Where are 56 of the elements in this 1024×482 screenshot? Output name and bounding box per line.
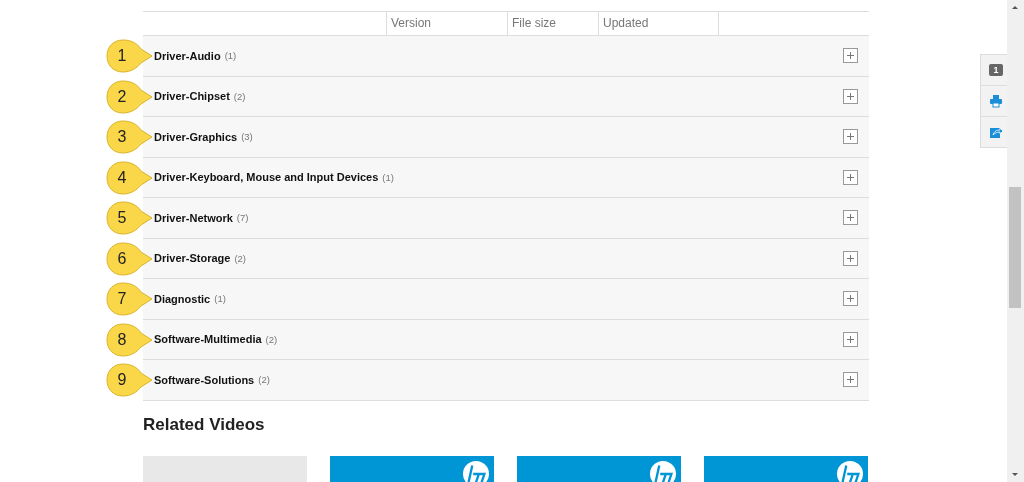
column-header: Version bbox=[386, 12, 507, 35]
category-row[interactable]: Software-Multimedia (2) bbox=[143, 319, 869, 360]
category-row[interactable]: Diagnostic (1) bbox=[143, 279, 869, 320]
callout-bubble: 1 bbox=[105, 38, 153, 75]
expand-icon[interactable] bbox=[843, 331, 858, 347]
category-title: Driver-Audio bbox=[154, 49, 221, 62]
expand-icon[interactable] bbox=[843, 250, 858, 266]
logo-icon bbox=[462, 459, 490, 482]
callout-bubble: 8 bbox=[105, 321, 153, 358]
category-title: Driver-Chipset bbox=[154, 90, 230, 103]
expand-icon[interactable] bbox=[843, 291, 858, 307]
callout-bubble: 7 bbox=[105, 281, 153, 318]
category-row[interactable]: Driver-Graphics (3) bbox=[143, 117, 869, 158]
category-title: Driver-Network bbox=[154, 211, 233, 224]
item-count: (2) bbox=[234, 252, 247, 264]
item-count: (7) bbox=[236, 212, 249, 224]
column-header: Updated bbox=[598, 12, 718, 35]
category-row[interactable]: Driver-Chipset (2) bbox=[143, 76, 869, 117]
callout-bubble: 6 bbox=[105, 240, 153, 277]
logo-icon bbox=[836, 459, 864, 482]
print-icon[interactable] bbox=[989, 94, 1003, 108]
category-row[interactable]: Driver-Keyboard, Mouse and Input Devices (1) bbox=[143, 157, 869, 198]
share-icon[interactable] bbox=[989, 125, 1003, 139]
item-count: (1) bbox=[224, 50, 237, 62]
item-count: (1) bbox=[382, 171, 394, 183]
category-row[interactable]: Driver-Network (7) bbox=[143, 198, 869, 239]
logo-icon bbox=[649, 459, 677, 482]
expand-icon[interactable] bbox=[843, 129, 858, 145]
category-title: Driver-Keyboard, Mouse and Input Devices bbox=[154, 171, 379, 184]
callout-bubble: 4 bbox=[105, 159, 153, 196]
category-title: Driver-Graphics bbox=[154, 130, 238, 143]
category-title: Software-Multimedia bbox=[154, 333, 262, 346]
expand-icon[interactable] bbox=[843, 169, 858, 185]
expand-icon[interactable] bbox=[843, 48, 858, 64]
category-title: Software-Solutions bbox=[154, 373, 255, 386]
expand-icon[interactable] bbox=[843, 88, 858, 104]
item-count: (1) bbox=[214, 293, 226, 305]
item-count: (2) bbox=[233, 90, 246, 102]
category-row[interactable]: Software-Solutions (2) bbox=[143, 360, 869, 401]
count-badge[interactable]: 1 bbox=[989, 64, 1003, 76]
callout-bubble: 3 bbox=[105, 119, 153, 156]
callout-bubble: 9 bbox=[105, 362, 153, 399]
category-title: Diagnostic bbox=[154, 292, 211, 305]
expand-icon[interactable] bbox=[843, 210, 858, 226]
section-heading: Related Videos bbox=[143, 414, 266, 436]
item-count: (2) bbox=[258, 374, 270, 386]
item-count: (2) bbox=[265, 333, 278, 345]
category-row[interactable]: Driver-Audio (1) bbox=[143, 36, 869, 77]
column-header: File size bbox=[507, 12, 598, 35]
expand-icon[interactable] bbox=[843, 372, 858, 388]
callout-bubble: 5 bbox=[105, 200, 153, 237]
item-count: (3) bbox=[241, 131, 253, 143]
callout-bubble: 2 bbox=[105, 78, 153, 115]
category-row[interactable]: Driver-Storage (2) bbox=[143, 238, 869, 279]
category-title: Driver-Storage bbox=[154, 252, 231, 265]
scrollbar[interactable] bbox=[1007, 0, 1024, 482]
